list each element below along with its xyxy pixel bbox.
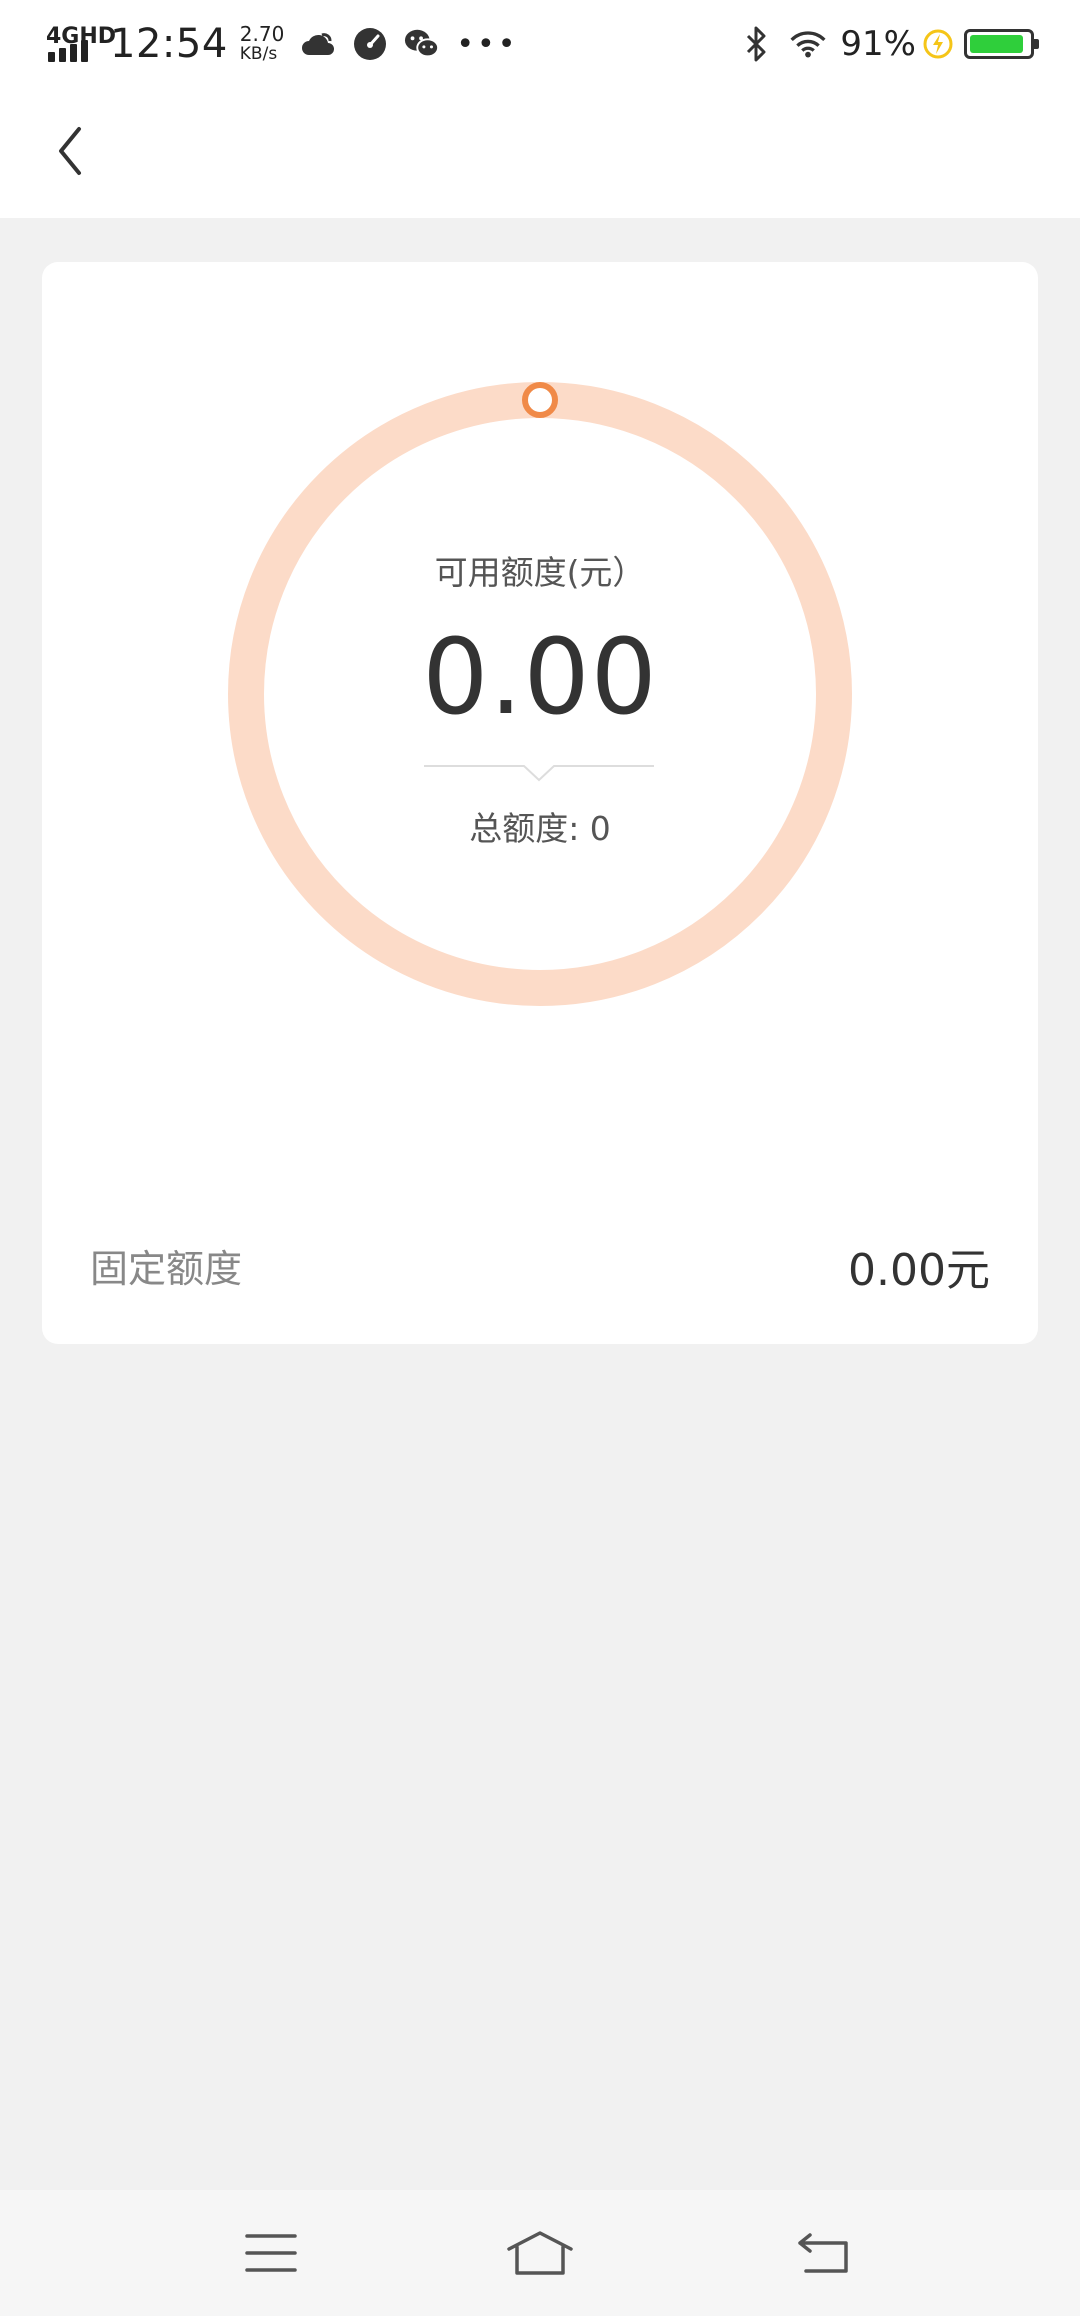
home-icon <box>507 2231 573 2275</box>
weather-cloud-icon <box>300 26 336 62</box>
fixed-credit-value: 0.00元 <box>848 1245 990 1296</box>
battery-percent: 91% <box>840 24 916 64</box>
available-label: 可用额度(元） <box>434 553 646 592</box>
back-button[interactable] <box>40 116 100 186</box>
battery-icon <box>964 29 1039 59</box>
status-left: 4GHD 12:54 2.70 KB/s ••• <box>46 14 518 74</box>
system-back-button[interactable] <box>784 2220 864 2286</box>
wechat-icon <box>404 26 440 62</box>
speed-value: 2.70 <box>239 22 285 46</box>
menu-icon <box>245 2234 297 2272</box>
fixed-credit-label: 固定额度 <box>90 1247 243 1291</box>
bluetooth-icon <box>738 26 774 62</box>
credit-card: 可用额度(元） 0.00 总额度: 0 固定额度 0.00元 <box>42 262 1038 1344</box>
chevron-left-icon <box>59 127 81 175</box>
status-right: 91% <box>722 14 1039 74</box>
total-credit: 总额度: 0 <box>469 809 611 848</box>
divider-arrow <box>424 765 654 782</box>
wifi-icon <box>790 26 826 62</box>
speedometer-icon <box>352 26 388 62</box>
home-button[interactable] <box>500 2220 580 2286</box>
status-bar: 4GHD 12:54 2.70 KB/s ••• 91% <box>0 0 1080 86</box>
charging-icon <box>920 26 956 62</box>
menu-button[interactable] <box>231 2220 311 2286</box>
back-icon <box>798 2233 848 2273</box>
network-speed: 2.70 KB/s <box>240 24 285 64</box>
cell-signal-icon: 4GHD <box>46 20 116 68</box>
top-nav-bar <box>0 86 1080 218</box>
available-amount: 0.00 <box>422 616 658 738</box>
system-nav-bar <box>0 2190 1080 2316</box>
ring-marker-icon <box>522 382 558 418</box>
more-dots-icon: ••• <box>456 26 519 62</box>
clock: 12:54 <box>110 21 228 67</box>
speed-unit: KB/s <box>239 44 278 64</box>
